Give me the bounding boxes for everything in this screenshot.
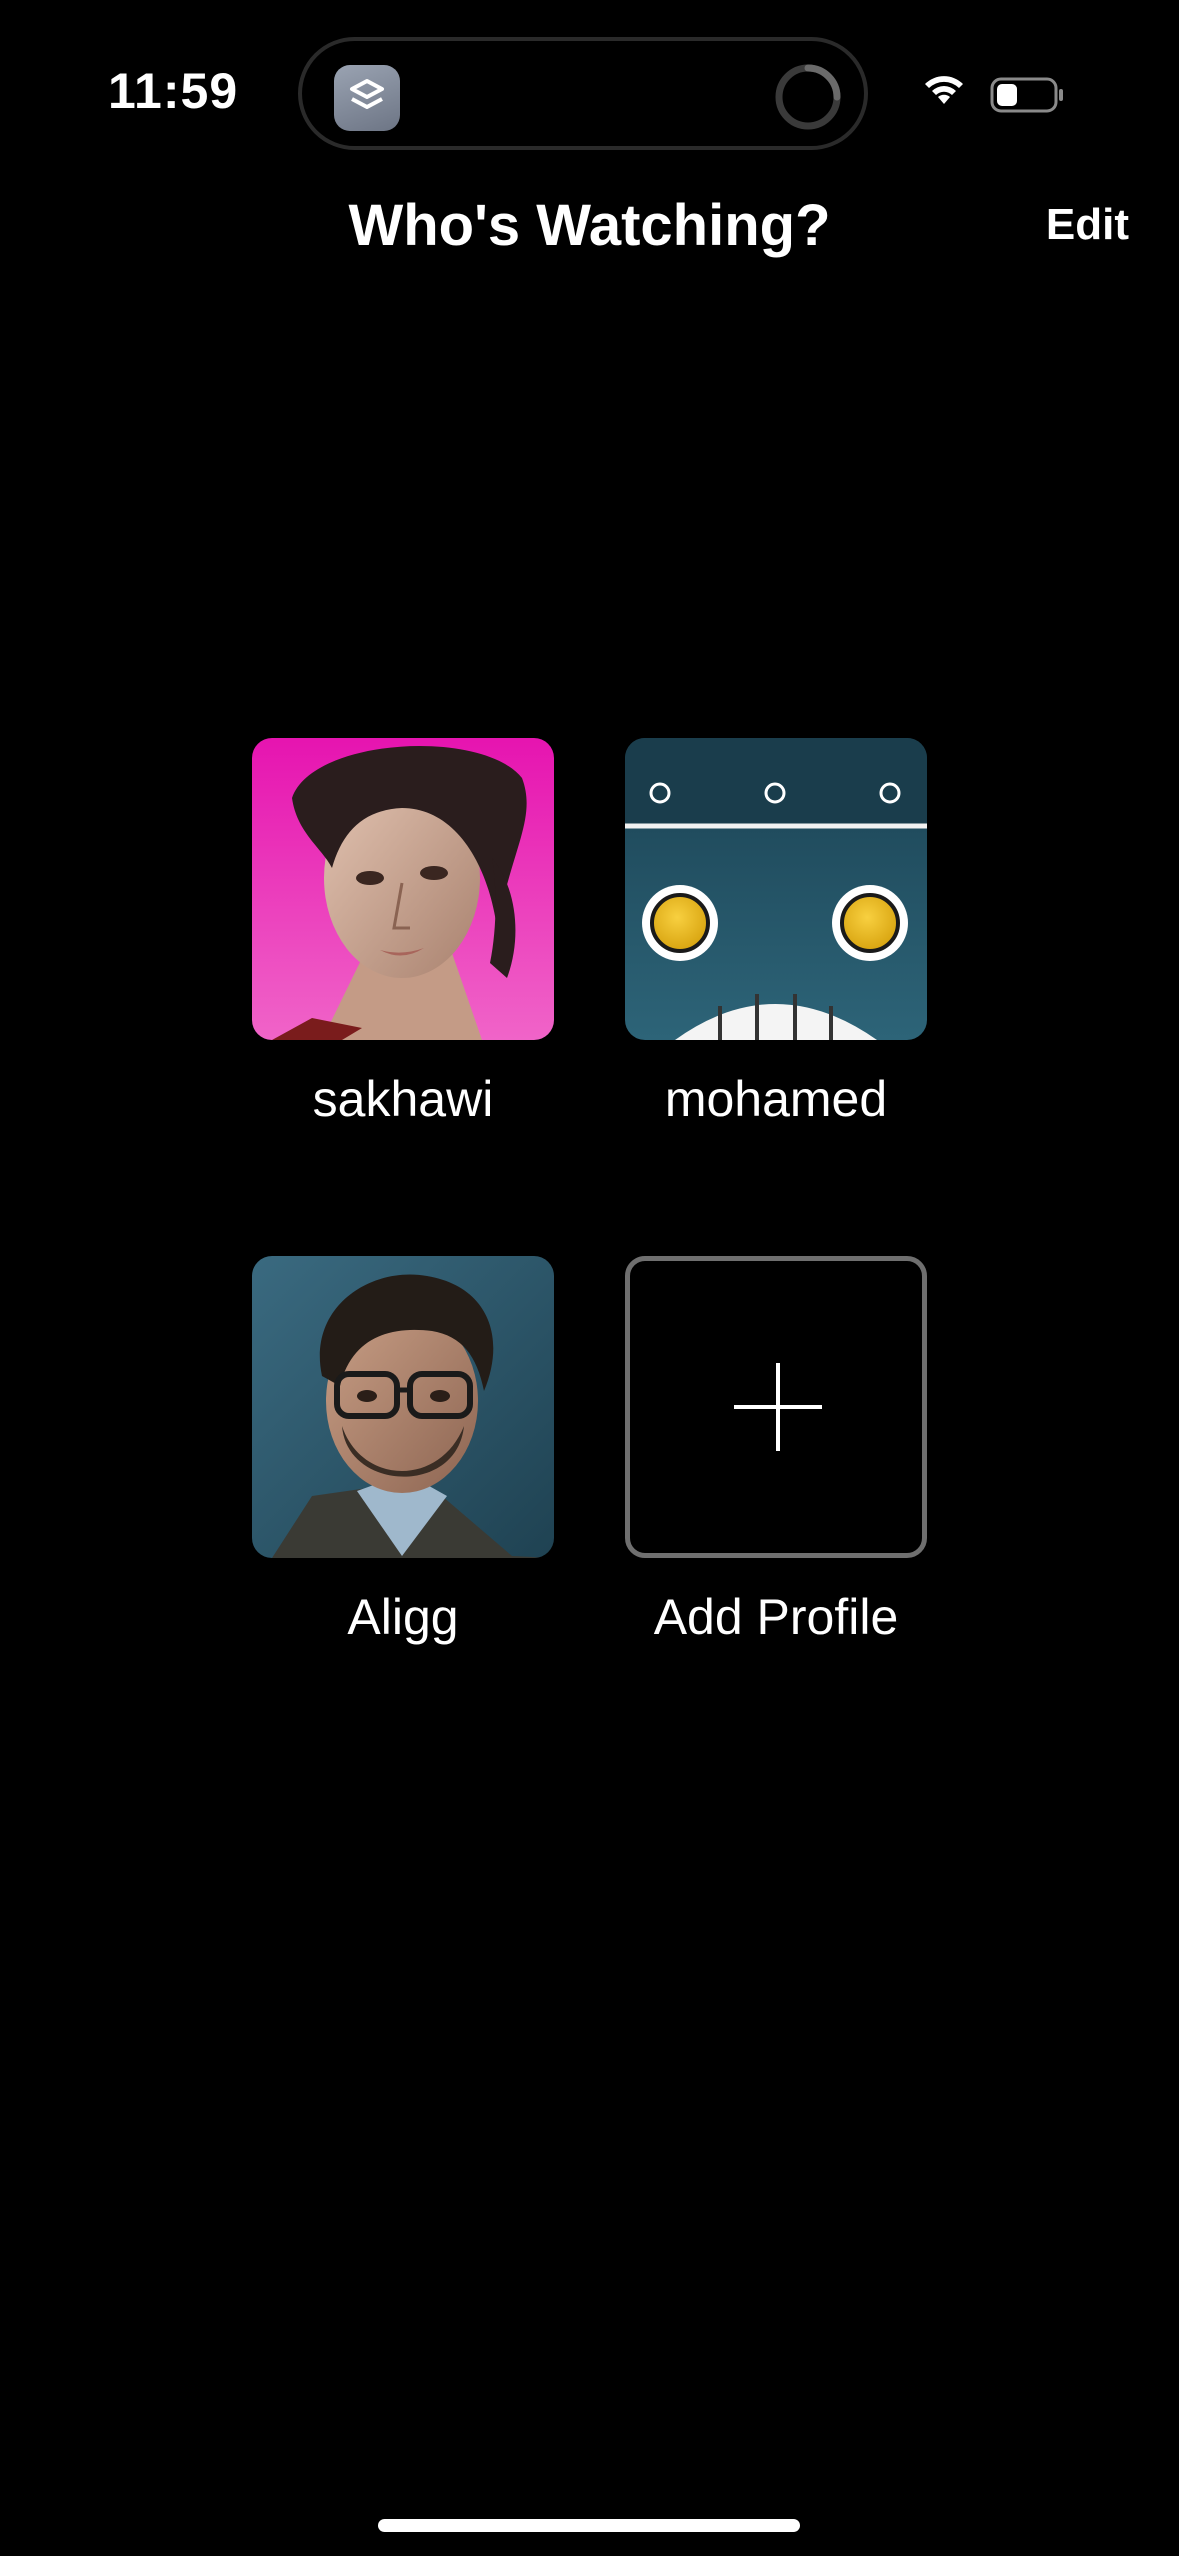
page-title: Who's Watching? (348, 193, 831, 258)
dynamic-island[interactable] (298, 37, 868, 150)
shortcuts-app-icon[interactable] (334, 65, 400, 131)
add-profile-tile[interactable] (625, 1256, 927, 1558)
portrait-pink-background-avatar[interactable] (252, 738, 554, 1040)
status-time: 11:59 (108, 63, 239, 119)
add-profile-button[interactable]: Add Profile (625, 1256, 927, 1646)
profile-mohamed[interactable]: mohamed (625, 738, 927, 1128)
profile-name: sakhawi (312, 1071, 494, 1127)
profile-name: mohamed (664, 1071, 888, 1127)
robot-face-avatar[interactable] (625, 738, 927, 1040)
battery-icon (990, 77, 1063, 113)
portrait-glasses-avatar[interactable] (252, 1256, 554, 1558)
loading-spinner-icon (775, 64, 841, 130)
add-profile-label: Add Profile (653, 1589, 899, 1645)
profile-name: Aligg (347, 1589, 459, 1645)
plus-icon (776, 1363, 780, 1451)
wifi-icon (925, 76, 963, 104)
edit-button[interactable]: Edit (1046, 200, 1129, 250)
home-indicator[interactable] (378, 2519, 800, 2532)
profile-sakhawi[interactable]: sakhawi (252, 738, 554, 1128)
profile-aligg[interactable]: Aligg (252, 1256, 554, 1646)
